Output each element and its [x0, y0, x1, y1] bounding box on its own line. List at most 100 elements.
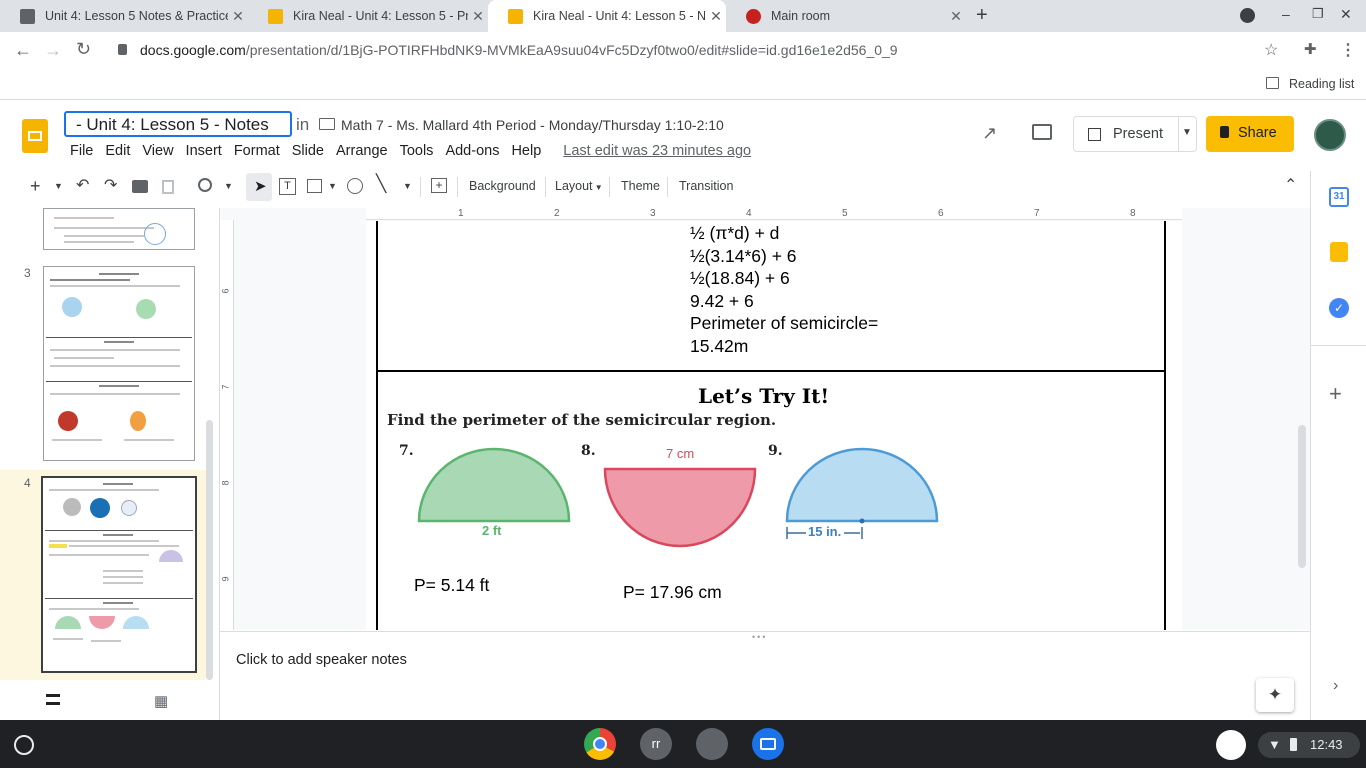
slide-thumbnail-4-selected[interactable] [41, 476, 197, 673]
transition-button[interactable]: Transition [679, 179, 733, 193]
shape-icon[interactable] [347, 178, 363, 194]
bookmark-star-icon[interactable]: ☆ [1264, 40, 1278, 60]
tasks-icon[interactable]: ✓ [1329, 298, 1349, 318]
chrome-app-icon[interactable] [584, 728, 616, 760]
vertical-ruler: 6 7 8 9 [220, 220, 234, 630]
figure-label: 15 in. [808, 524, 842, 539]
folder-icon[interactable] [319, 118, 335, 130]
holding-space-icon[interactable] [1216, 730, 1246, 760]
expand-panel-icon[interactable]: › [1333, 677, 1338, 695]
zoom-icon[interactable] [198, 178, 212, 192]
close-tab-icon[interactable]: ✕ [468, 8, 488, 25]
layout-label: Layout [555, 179, 593, 193]
close-tab-icon[interactable]: ✕ [706, 8, 726, 25]
apps-grid-icon[interactable] [696, 728, 728, 760]
speaker-notes-placeholder[interactable]: Click to add speaker notes [236, 652, 407, 668]
browser-tab-practice[interactable]: Kira Neal - Unit 4: Lesson 5 - Pra ✕ [248, 0, 488, 32]
share-button[interactable]: Share [1206, 116, 1294, 152]
menu-format[interactable]: Format [234, 143, 280, 159]
get-addons-icon[interactable]: + [1329, 381, 1342, 407]
keep-icon[interactable] [1330, 242, 1348, 262]
browser-tab-notes-active[interactable]: Kira Neal - Unit 4: Lesson 5 - Not ✕ [488, 0, 726, 32]
undo-icon[interactable]: ↶ [76, 175, 89, 195]
calendar-icon[interactable]: 31 [1329, 187, 1349, 207]
menu-insert[interactable]: Insert [186, 143, 222, 159]
present-button[interactable]: Present ▼ [1073, 116, 1197, 152]
collapse-toolbar-icon[interactable]: ⌃ [1284, 175, 1297, 195]
work-text-box[interactable]: ½ (π*d) + d ½(3.14*6) + 6 ½(18.84) + 6 9… [690, 222, 878, 357]
launcher-icon[interactable] [14, 735, 34, 755]
chrome-menu-icon[interactable]: ⋮ [1340, 40, 1356, 60]
minimize-icon[interactable]: – [1282, 6, 1290, 22]
redo-icon[interactable]: ↷ [104, 175, 117, 195]
filmstrip-scrollbar[interactable] [206, 420, 213, 680]
close-tab-icon[interactable]: ✕ [946, 8, 966, 25]
reading-list-button[interactable]: Reading list [1289, 77, 1354, 91]
reload-icon[interactable]: ↻ [76, 39, 91, 60]
document-title-input[interactable]: - Unit 4: Lesson 5 - Notes [64, 111, 292, 137]
back-icon[interactable]: ← [14, 40, 32, 61]
menu-view[interactable]: View [142, 143, 173, 159]
status-tray[interactable]: ▼ 12:43 [1258, 732, 1360, 758]
present-dropdown-icon[interactable]: ▼ [1182, 127, 1192, 138]
answer-text[interactable]: P= 5.14 ft [414, 575, 489, 596]
last-edit-link[interactable]: Last edit was 23 minutes ago [563, 143, 751, 159]
files-app-icon[interactable]: rr [640, 728, 672, 760]
work-line: 15.42m [690, 335, 749, 356]
grid-view-icon[interactable]: ▦ [154, 692, 168, 710]
slide-page[interactable]: ½ (π*d) + d ½(3.14*6) + 6 ½(18.84) + 6 9… [366, 221, 1182, 630]
text-box-icon[interactable]: T [279, 178, 296, 195]
paint-format-icon[interactable] [162, 180, 174, 194]
comment-icon[interactable] [1032, 124, 1052, 140]
new-slide-dropdown-icon[interactable]: ▼ [54, 181, 63, 191]
slide-thumbnail-2[interactable] [43, 208, 195, 250]
image-dropdown-icon[interactable]: ▼ [328, 181, 337, 191]
editor-toolbar: + ▼ ↶ ↷ ▼ ➤ T ▼ ╲ ▼ + Background Layout … [0, 171, 1310, 203]
zoom-dropdown-icon[interactable]: ▼ [224, 181, 233, 191]
speaker-notes-panel: ••• Click to add speaker notes ✦ [220, 631, 1310, 720]
resize-handle[interactable]: ••• [752, 632, 767, 642]
select-tool[interactable]: ➤ [246, 173, 272, 201]
line-icon[interactable]: ╲ [376, 174, 386, 194]
theme-button[interactable]: Theme [621, 179, 660, 193]
activity-trend-icon[interactable]: ↗ [982, 123, 997, 144]
menu-addons[interactable]: Add-ons [445, 143, 499, 159]
list-view-icon[interactable] [46, 694, 60, 705]
menu-file[interactable]: File [70, 143, 93, 159]
restore-icon[interactable]: ❐ [1312, 6, 1324, 22]
section-heading: Let’s Try It! [698, 384, 830, 408]
layout-button[interactable]: Layout ▼ [555, 179, 603, 193]
new-tab-icon[interactable]: + [976, 4, 988, 27]
print-icon[interactable] [132, 180, 148, 193]
bookmarks-bar: Reading list [0, 70, 1366, 100]
share-label: Share [1238, 125, 1277, 141]
address-bar[interactable]: docs.google.com/presentation/d/1BjG-POTI… [140, 42, 898, 58]
menu-help[interactable]: Help [511, 143, 541, 159]
close-window-icon[interactable]: ✕ [1340, 6, 1352, 23]
folder-name[interactable]: Math 7 - Ms. Mallard 4th Period - Monday… [341, 117, 724, 133]
menu-arrange[interactable]: Arrange [336, 143, 388, 159]
browser-tab-meet[interactable]: Main room ✕ [726, 0, 966, 32]
new-slide-icon[interactable]: + [30, 176, 41, 197]
camera-app-icon[interactable] [752, 728, 784, 760]
explore-icon[interactable]: ✦ [1256, 678, 1294, 712]
close-tab-icon[interactable]: ✕ [228, 8, 248, 25]
canvas-scrollbar[interactable] [1298, 425, 1306, 568]
slide-thumbnail-3[interactable] [43, 266, 195, 461]
work-line: 9.42 + 6 [690, 290, 754, 311]
line-dropdown-icon[interactable]: ▼ [403, 181, 412, 191]
extensions-icon[interactable]: ✚ [1304, 40, 1317, 58]
forward-icon[interactable]: → [44, 40, 62, 61]
answer-text[interactable]: P= 17.96 cm [623, 582, 722, 603]
user-avatar[interactable] [1314, 119, 1346, 151]
image-icon[interactable] [307, 179, 322, 193]
menu-tools[interactable]: Tools [400, 143, 434, 159]
menu-slide[interactable]: Slide [292, 143, 324, 159]
menu-edit[interactable]: Edit [105, 143, 130, 159]
ruler-tick: 4 [746, 208, 752, 219]
browser-tab-classroom[interactable]: Unit 4: Lesson 5 Notes & Practice ✕ [0, 0, 248, 32]
slides-logo-icon[interactable] [22, 119, 48, 153]
comment-add-icon[interactable]: + [431, 178, 447, 193]
tab-search-icon[interactable] [1240, 8, 1255, 23]
background-button[interactable]: Background [469, 179, 536, 193]
